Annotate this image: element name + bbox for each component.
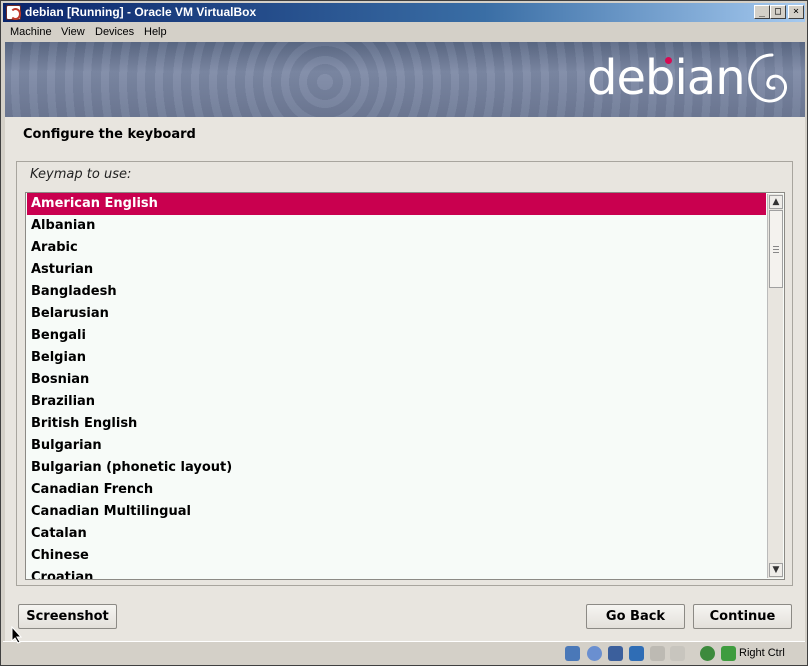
keymap-option[interactable]: Arabic: [27, 237, 766, 259]
list-scrollbar[interactable]: ▲ ▼: [767, 194, 783, 578]
grip-line-icon: [773, 249, 779, 250]
grip-line-icon: [773, 246, 779, 247]
keymap-option[interactable]: Belarusian: [27, 303, 766, 325]
menu-view[interactable]: View: [61, 26, 85, 38]
scroll-up-icon[interactable]: ▲: [769, 195, 783, 209]
continue-button[interactable]: Continue: [693, 604, 792, 629]
window-title: debian [Running] - Oracle VM VirtualBox: [25, 5, 257, 19]
keymap-option[interactable]: Belgian: [27, 347, 766, 369]
virtualbox-window: debian [Running] - Oracle VM VirtualBox …: [0, 0, 808, 666]
keymap-option[interactable]: British English: [27, 413, 766, 435]
keymap-option[interactable]: Bengali: [27, 325, 766, 347]
keymap-option[interactable]: Canadian Multilingual: [27, 501, 766, 523]
page-title: Configure the keyboard: [23, 127, 196, 142]
menu-machine[interactable]: Machine: [10, 26, 52, 38]
status-bar: Right Ctrl: [3, 641, 805, 665]
minimize-button[interactable]: _: [754, 5, 770, 19]
menu-bar: Machine View Devices Help: [3, 23, 805, 42]
maximize-button[interactable]: □: [770, 5, 786, 19]
hard-disk-icon[interactable]: [565, 646, 580, 661]
usb-icon[interactable]: [608, 646, 623, 661]
keymap-option[interactable]: Croatian: [27, 567, 766, 579]
scroll-thumb[interactable]: [769, 210, 783, 288]
optical-disk-icon[interactable]: [587, 646, 602, 661]
close-button[interactable]: ×: [788, 5, 804, 19]
keymap-option[interactable]: Bulgarian: [27, 435, 766, 457]
keymap-label: Keymap to use:: [30, 167, 132, 182]
debian-logo-dot: [665, 57, 672, 64]
title-bar[interactable]: debian [Running] - Oracle VM VirtualBox …: [3, 3, 805, 22]
keymap-option[interactable]: Canadian French: [27, 479, 766, 501]
debian-banner: debian: [5, 42, 805, 117]
keymap-option[interactable]: Bulgarian (phonetic layout): [27, 457, 766, 479]
menu-help[interactable]: Help: [144, 26, 167, 38]
shared-folders-icon[interactable]: [650, 646, 665, 661]
keymap-option[interactable]: Asturian: [27, 259, 766, 281]
host-key-label: Right Ctrl: [739, 647, 785, 659]
keymap-option[interactable]: Bosnian: [27, 369, 766, 391]
host-key-icon: [721, 646, 736, 661]
go-back-button[interactable]: Go Back: [586, 604, 685, 629]
screenshot-button[interactable]: Screenshot: [18, 604, 117, 629]
keymap-option[interactable]: Catalan: [27, 523, 766, 545]
debian-swirl-icon: [748, 53, 787, 103]
grip-line-icon: [773, 252, 779, 253]
keymap-option[interactable]: Chinese: [27, 545, 766, 567]
mouse-cursor-icon: [11, 626, 23, 644]
menu-devices[interactable]: Devices: [95, 26, 134, 38]
keymap-list[interactable]: Croatian Chinese Catalan Canadian Multiling…: [25, 192, 785, 580]
virtualbox-app-icon: [6, 5, 21, 20]
keymap-option[interactable]: Brazilian: [27, 391, 766, 413]
guest-display[interactable]: debian Configure the keyboard Keymap to …: [5, 42, 805, 641]
display-icon[interactable]: [670, 646, 685, 661]
network-icon[interactable]: [629, 646, 644, 661]
scroll-down-icon[interactable]: ▼: [769, 563, 783, 577]
mouse-integration-icon[interactable]: [700, 646, 715, 661]
keymap-option[interactable]: Albanian: [27, 215, 766, 237]
keymap-group: Keymap to use: Croatian Chinese Catalan Can…: [16, 161, 793, 586]
keymap-option[interactable]: Bangladesh: [27, 281, 766, 303]
keymap-option[interactable]: American English: [27, 193, 766, 215]
